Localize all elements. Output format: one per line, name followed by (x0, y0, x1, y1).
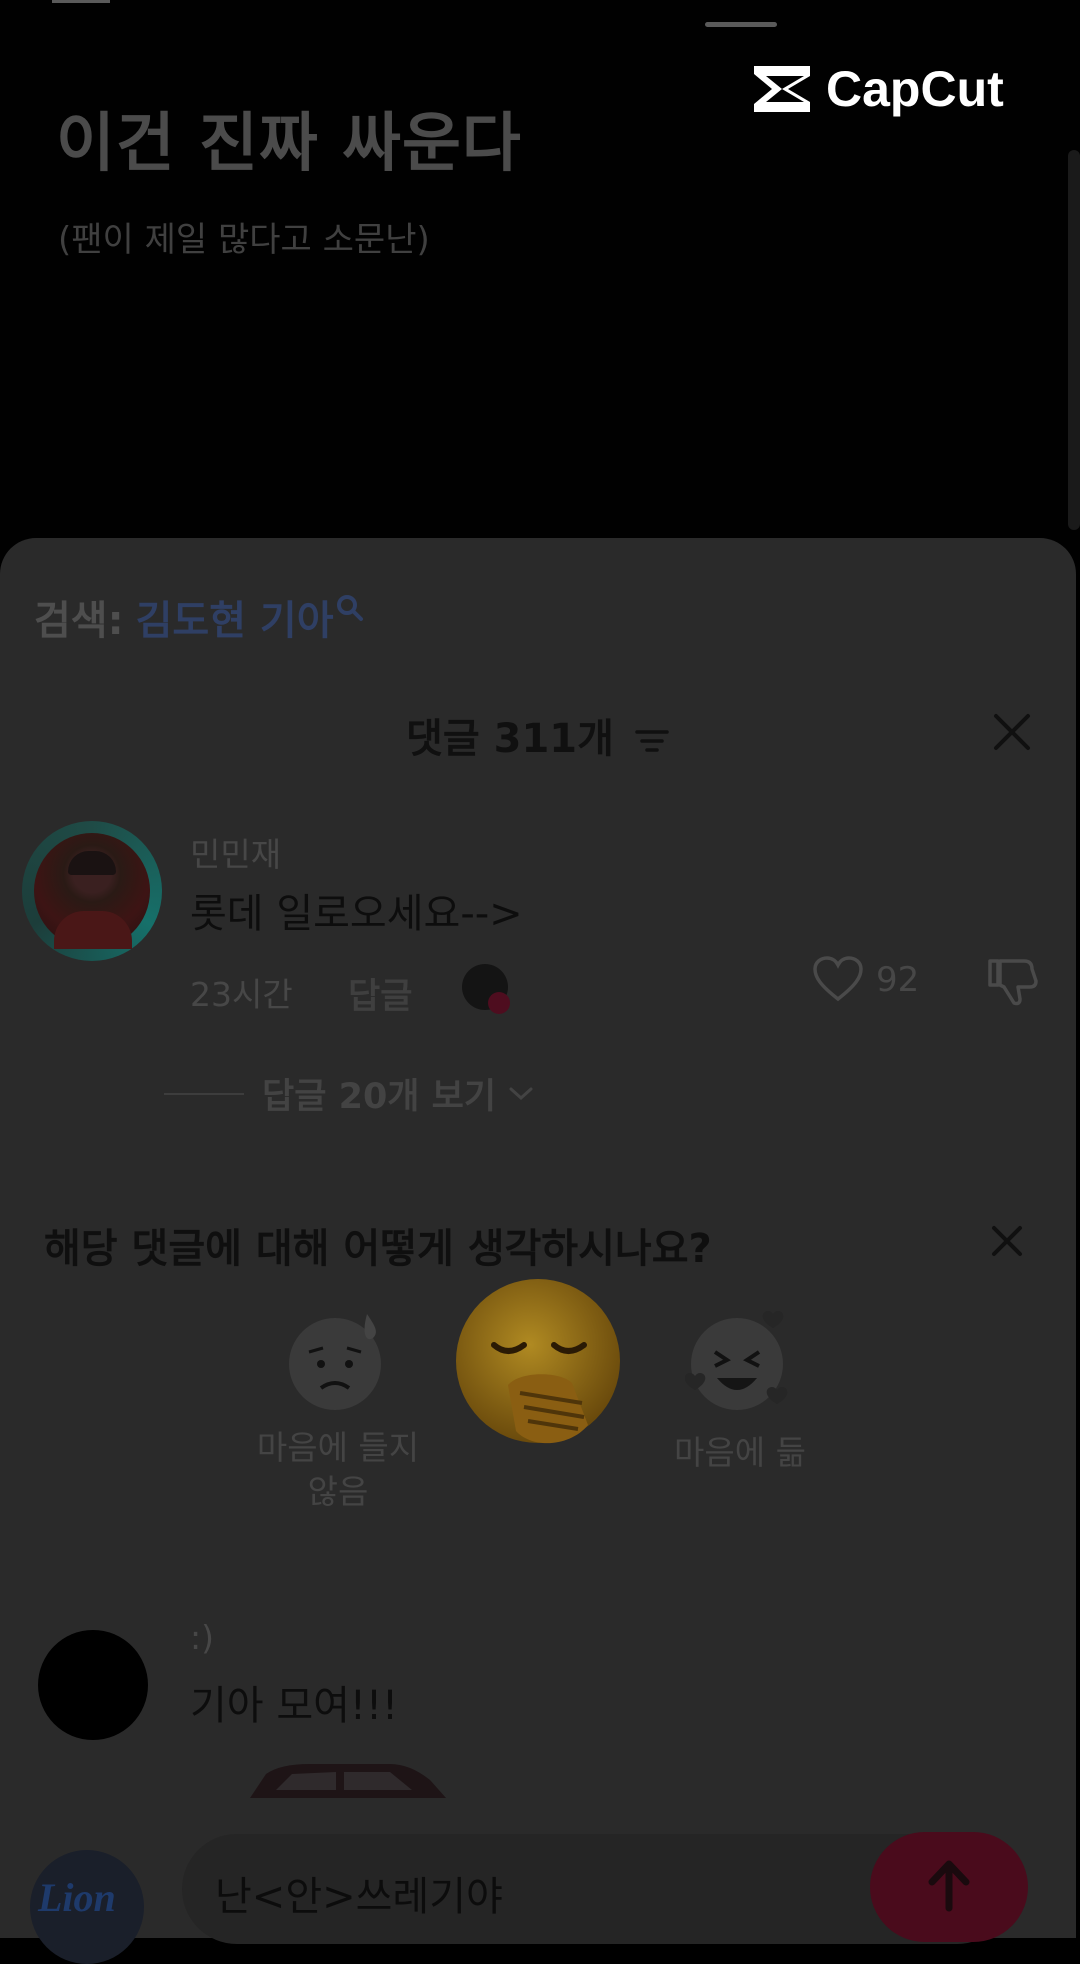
search-prefix: 검색: (34, 598, 124, 644)
chevron-down-icon (509, 1087, 533, 1100)
laughing-hearts-emoji-icon[interactable] (685, 1306, 795, 1416)
video-title: 이건 진짜 싸운다 (56, 107, 522, 181)
creator-liked-badge (462, 964, 510, 1014)
heart-like-icon[interactable] (812, 955, 864, 1003)
capcut-watermark: CapCut (748, 60, 1004, 118)
search-term[interactable]: 김도현 기아 (136, 588, 334, 646)
capcut-logo-icon (754, 66, 810, 112)
comment-text: 기아 모여!!! (190, 1683, 399, 1729)
avatar-cap (68, 851, 116, 875)
yawning-emoji-icon[interactable] (450, 1275, 630, 1455)
close-comments-button[interactable] (990, 710, 1034, 754)
comment-username[interactable]: :) (190, 1618, 214, 1657)
send-button[interactable] (870, 1832, 1028, 1942)
reply-button[interactable]: 답글 (348, 968, 412, 1019)
search-icon[interactable] (336, 594, 364, 622)
video-subtitle: (팬이 제일 많다고 소문난) (58, 220, 430, 260)
survey-like-label[interactable]: 마음에 듦 (640, 1426, 840, 1474)
my-avatar: Lion (30, 1850, 144, 1964)
search-suggestion[interactable]: 검색: 김도현 기아 (34, 588, 364, 646)
sad-sweat-emoji-icon[interactable] (283, 1306, 393, 1416)
comment-avatar-story-ring[interactable] (22, 821, 162, 961)
comment-timestamp: 23시간 (190, 975, 293, 1014)
video-player[interactable]: 이건 진짜 싸운다 (팬이 제일 많다고 소문난) CapCut (0, 0, 1080, 560)
avatar-shirt (54, 911, 132, 949)
replies-divider (164, 1092, 244, 1095)
sort-filter-icon[interactable] (634, 726, 670, 756)
car-sticker-image (250, 1764, 446, 1798)
comment-composer: Lion 난<안>쓰레기야 (0, 1820, 1076, 1964)
side-scroll-edge (1068, 150, 1080, 530)
comments-count-label: 댓글 311개 (406, 716, 614, 762)
drag-handle-top (705, 22, 777, 27)
comment-input-text[interactable]: 난<안>쓰레기야 (215, 1864, 503, 1922)
comments-sheet: 검색: 김도현 기아 댓글 311개 민민재 롯데 일로오세요--> 23시간 … (0, 538, 1076, 1938)
comment-username[interactable]: 민민재 (190, 828, 281, 876)
avatar (34, 833, 150, 949)
arrow-up-icon (928, 1860, 970, 1912)
comments-count-title: 댓글 311개 (0, 706, 1076, 764)
survey-question: 해당 댓글에 대해 어떻게 생각하시나요? (44, 1226, 712, 1272)
view-replies-button[interactable]: 답글 20개 보기 (164, 1068, 534, 1119)
survey-dislike-label[interactable]: 마음에 들지 않음 (238, 1426, 438, 1514)
comment-text: 롯데 일로오세요--> (190, 891, 523, 937)
like-count: 92 (876, 960, 920, 1000)
avatar-logo-text: Lion (38, 1875, 116, 1920)
heart-badge-icon (488, 992, 510, 1014)
view-replies-label: 답글 20개 보기 (262, 1077, 497, 1117)
avatar[interactable] (38, 1630, 148, 1740)
status-indicator (52, 0, 110, 3)
capcut-wordmark: CapCut (826, 61, 1004, 117)
close-survey-button[interactable] (990, 1224, 1024, 1258)
thumbs-down-icon[interactable] (986, 955, 1040, 1007)
